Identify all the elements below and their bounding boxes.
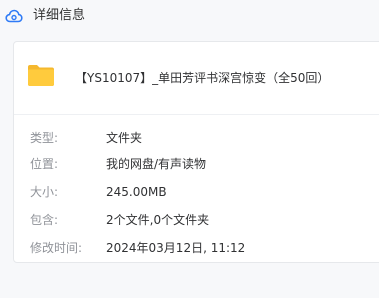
file-name: 【YS10107】_单田芳评书深宫惊变（全50回） <box>75 71 330 85</box>
contains-value: 2个文件,0个文件夹 <box>106 213 210 227</box>
detail-row-location: 位置: 我的网盘/有声读物 <box>14 154 379 174</box>
cloud-icon <box>5 7 23 25</box>
size-label: 大小: <box>30 185 59 199</box>
detail-row-modified: 修改时间: 2024年03月12日, 11:12 <box>14 238 379 258</box>
size-value: 245.00MB <box>106 185 167 199</box>
folder-icon <box>27 64 55 87</box>
file-summary: 【YS10107】_单田芳评书深宫惊变（全50回） <box>14 42 379 115</box>
details-card: 【YS10107】_单田芳评书深宫惊变（全50回） 类型: 文件夹 位置: 我的… <box>13 41 379 263</box>
detail-row-contains: 包含: 2个文件,0个文件夹 <box>14 210 379 230</box>
location-label: 位置: <box>30 157 59 171</box>
modified-label: 修改时间: <box>30 241 83 255</box>
detail-row-type: 类型: 文件夹 <box>14 128 379 148</box>
type-label: 类型: <box>30 131 59 145</box>
detail-row-size: 大小: 245.00MB <box>14 182 379 202</box>
modified-value: 2024年03月12日, 11:12 <box>106 241 246 255</box>
panel-title: 详细信息 <box>33 8 86 23</box>
details-header: 详细信息 <box>0 0 379 34</box>
contains-label: 包含: <box>30 213 59 227</box>
location-value[interactable]: 我的网盘/有声读物 <box>106 154 206 174</box>
type-value: 文件夹 <box>106 131 143 145</box>
